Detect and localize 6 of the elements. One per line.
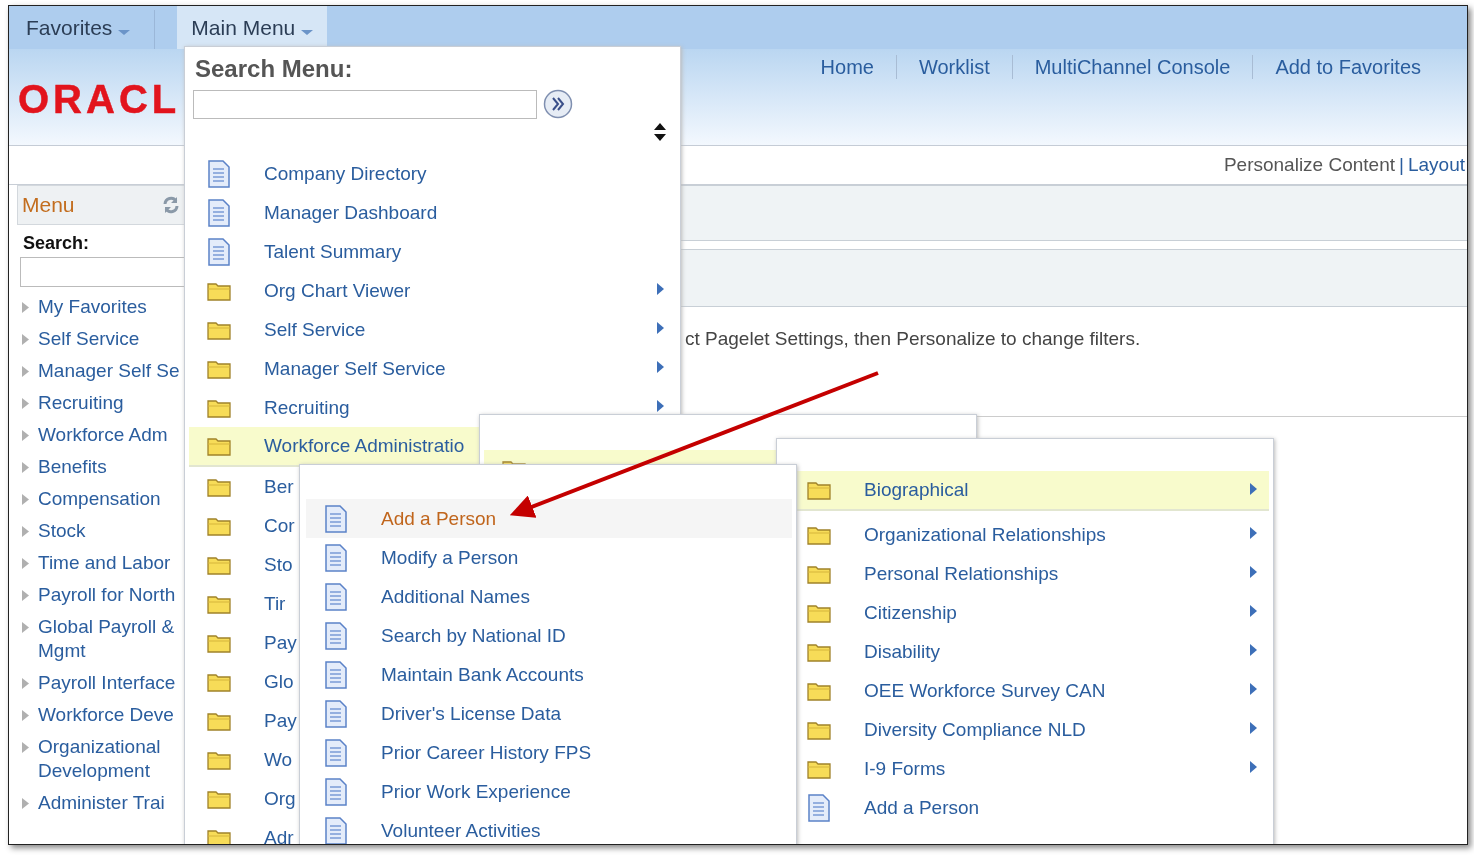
instruction-text: ct Pagelet Settings, then Personalize to change filters. <box>685 328 1142 350</box>
separator-text: | <box>1399 154 1404 176</box>
logo: ORACL <box>18 77 181 122</box>
search-label: Search: <box>23 233 91 254</box>
search-menu-label: Search Menu: <box>195 55 354 83</box>
pagelet-title: Menu <box>22 193 75 217</box>
